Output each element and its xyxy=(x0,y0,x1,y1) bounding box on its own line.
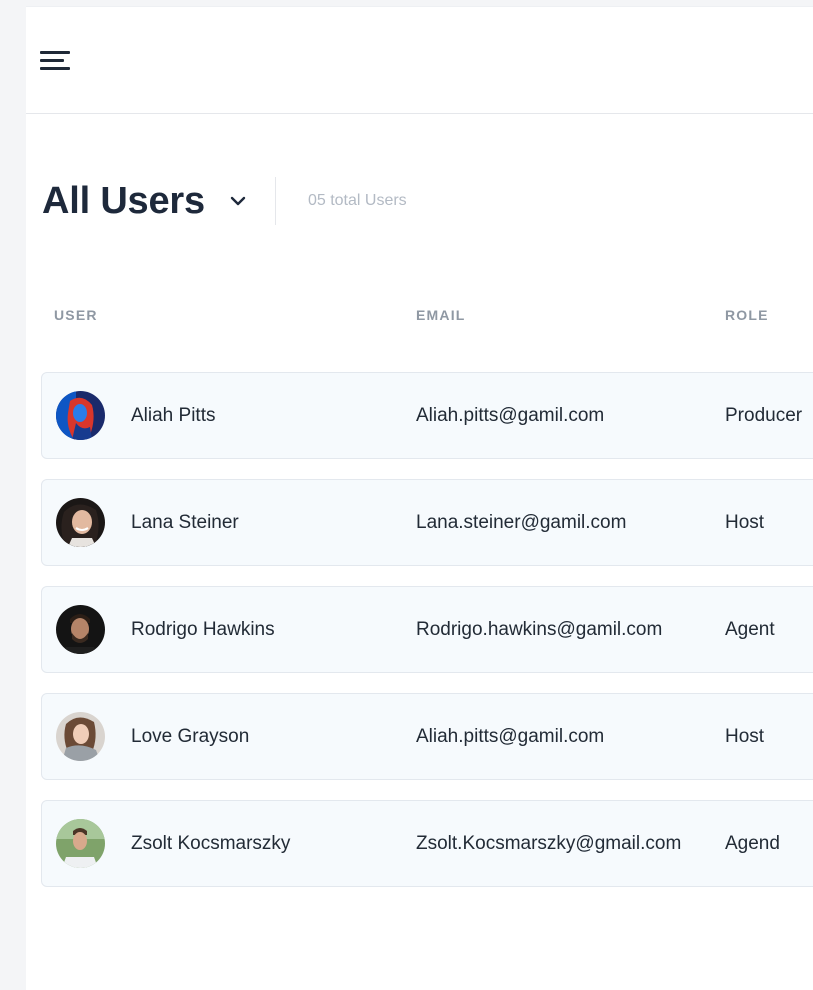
column-header-user[interactable]: USER xyxy=(54,307,98,323)
user-email: Aliah.pitts@gamil.com xyxy=(416,404,605,426)
table-row[interactable]: Rodrigo Hawkins Rodrigo.hawkins@gamil.co… xyxy=(41,586,813,673)
page-heading: All Users 05 total Users xyxy=(42,175,407,227)
avatar xyxy=(56,819,105,868)
total-users-count: 05 total Users xyxy=(307,192,407,209)
main-panel: All Users 05 total Users USER EMAIL ROLE xyxy=(26,6,813,990)
user-role: Agend xyxy=(725,832,780,854)
top-bar xyxy=(26,7,813,114)
table-row[interactable]: Zsolt Kocsmarszky Zsolt.Kocsmarszky@gmai… xyxy=(41,800,813,887)
table-row[interactable]: Lana Steiner Lana.steiner@gamil.com Host xyxy=(41,479,813,566)
avatar xyxy=(56,498,105,547)
avatar xyxy=(56,712,105,761)
hamburger-menu-icon[interactable] xyxy=(40,50,72,74)
user-name: Zsolt Kocsmarszky xyxy=(131,832,291,854)
table-row[interactable]: Aliah Pitts Aliah.pitts@gamil.com Produc… xyxy=(41,372,813,459)
user-name: Lana Steiner xyxy=(131,511,239,533)
user-name: Love Grayson xyxy=(131,725,250,747)
user-table-body: Aliah Pitts Aliah.pitts@gamil.com Produc… xyxy=(41,372,813,907)
avatar xyxy=(56,391,105,440)
user-role: Host xyxy=(725,725,765,747)
avatar xyxy=(56,605,105,654)
user-name: Aliah Pitts xyxy=(131,404,216,426)
column-header-email[interactable]: EMAIL xyxy=(416,307,466,323)
table-header: USER EMAIL ROLE xyxy=(26,307,813,329)
user-name: Rodrigo Hawkins xyxy=(131,618,275,640)
header-divider xyxy=(274,177,276,225)
chevron-down-icon[interactable] xyxy=(227,190,249,212)
user-role: Agent xyxy=(725,618,775,640)
table-row[interactable]: Love Grayson Aliah.pitts@gamil.com Host xyxy=(41,693,813,780)
user-email: Lana.steiner@gamil.com xyxy=(416,511,627,533)
page-title: All Users xyxy=(42,179,205,222)
column-header-role[interactable]: ROLE xyxy=(725,307,769,323)
user-role: Producer xyxy=(725,404,803,426)
user-email: Zsolt.Kocsmarszky@gmail.com xyxy=(416,832,682,854)
user-email: Rodrigo.hawkins@gamil.com xyxy=(416,618,663,640)
user-email: Aliah.pitts@gamil.com xyxy=(416,725,605,747)
user-role: Host xyxy=(725,511,765,533)
